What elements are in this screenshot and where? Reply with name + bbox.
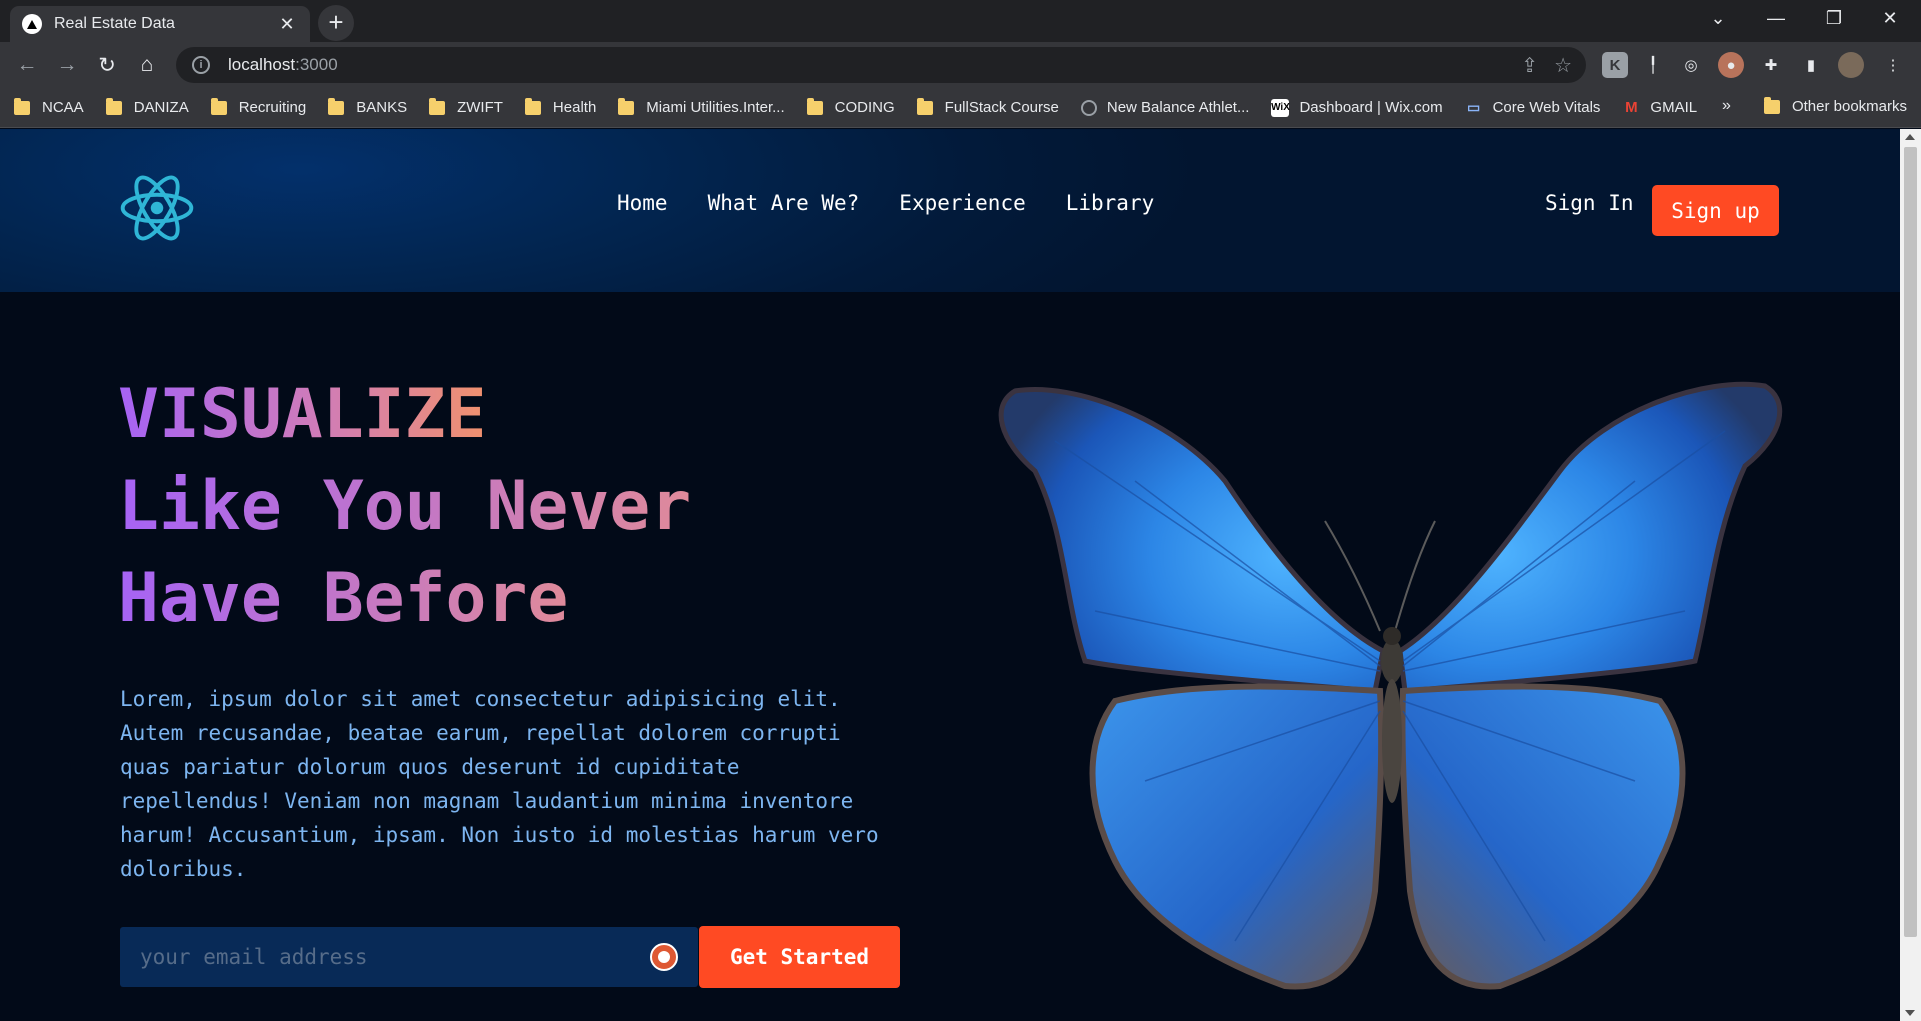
hero-heading: VISUALIZE Like You Never Have Before: [118, 369, 691, 645]
nextjs-favicon-icon: [22, 14, 42, 34]
bookmark-fullstack-course[interactable]: FullStack Course: [916, 97, 1059, 116]
new-tab-button[interactable]: +: [318, 5, 354, 41]
bookmark-coding[interactable]: CODING: [806, 97, 895, 116]
bookmark-label: ZWIFT: [457, 99, 503, 116]
nav-what-are-we[interactable]: What Are We?: [708, 191, 860, 215]
page-scrollbar[interactable]: [1900, 129, 1921, 1021]
bookmarks-bar: NCAA DANIZA Recruiting BANKS ZWIFT Healt…: [0, 88, 1921, 128]
forward-arrow-icon[interactable]: →: [50, 48, 84, 82]
nav-library[interactable]: Library: [1066, 191, 1155, 215]
bookmark-label: Core Web Vitals: [1492, 99, 1601, 116]
bookmark-miami-utilities[interactable]: Miami Utilities.Inter...: [618, 97, 785, 116]
url-port: :3000: [295, 55, 338, 74]
tab-search-chevron-icon[interactable]: ⌄: [1690, 0, 1746, 36]
butterfly-image: [998, 381, 1783, 990]
folder-icon: [916, 97, 933, 115]
scroll-up-arrow-icon[interactable]: [1905, 134, 1915, 140]
folder-icon: [524, 97, 541, 115]
bookmark-ncaa[interactable]: NCAA: [14, 97, 84, 116]
get-started-button[interactable]: Get Started: [699, 926, 900, 988]
extension-icon[interactable]: K: [1602, 52, 1628, 78]
profile-avatar[interactable]: [1838, 52, 1864, 78]
close-tab-icon[interactable]: ✕: [276, 14, 298, 35]
duckduckgo-email-protection-icon[interactable]: [650, 943, 678, 971]
bookmark-label: Recruiting: [238, 99, 307, 116]
bookmark-zwift[interactable]: ZWIFT: [429, 97, 503, 116]
browser-menu-icon[interactable]: ⋮: [1880, 52, 1906, 78]
globe-icon: [1080, 99, 1097, 116]
bookmark-core-web-vitals[interactable]: ▭ Core Web Vitals: [1465, 99, 1601, 117]
scroll-down-arrow-icon[interactable]: [1905, 1010, 1915, 1016]
url-host: localhost: [228, 55, 296, 74]
bookmark-new-balance[interactable]: New Balance Athlet...: [1080, 99, 1250, 116]
extension-pin-icon[interactable]: ╿: [1640, 52, 1666, 78]
bookmark-daniza[interactable]: DANIZA: [105, 97, 189, 116]
extensions-puzzle-icon[interactable]: ✚: [1758, 52, 1784, 78]
folder-icon: [210, 97, 227, 115]
folder-icon: [618, 97, 635, 115]
browser-tab[interactable]: Real Estate Data ✕: [10, 6, 310, 42]
lightbulb-extension-icon[interactable]: ◎: [1678, 52, 1704, 78]
sign-in-link[interactable]: Sign In: [1545, 191, 1634, 215]
owl-extension-icon[interactable]: ●: [1718, 52, 1744, 78]
nav-home[interactable]: Home: [617, 191, 668, 215]
bookmark-banks[interactable]: BANKS: [328, 97, 408, 116]
share-icon[interactable]: ⇪: [1521, 53, 1538, 78]
page-viewport: Home What Are We? Experience Library Sig…: [0, 129, 1900, 1021]
home-icon[interactable]: ⌂: [130, 48, 164, 82]
site-header: Home What Are We? Experience Library Sig…: [0, 129, 1900, 292]
folder-icon: [806, 97, 823, 115]
bookmark-label: BANKS: [356, 99, 408, 116]
more-bookmarks-chevron-icon[interactable]: »: [1722, 97, 1731, 115]
hero-heading-line-1: VISUALIZE: [118, 369, 486, 461]
side-panel-icon[interactable]: ▮: [1798, 52, 1824, 78]
bookmark-wix-dashboard[interactable]: WiX Dashboard | Wix.com: [1271, 98, 1443, 117]
bookmark-recruiting[interactable]: Recruiting: [210, 97, 307, 116]
sign-up-button[interactable]: Sign up: [1652, 185, 1779, 236]
bookmark-label: Health: [552, 99, 597, 116]
hero-heading-line-2: Like You Never: [118, 461, 691, 553]
minimize-button[interactable]: —: [1748, 0, 1804, 36]
restore-button[interactable]: ❐: [1806, 0, 1862, 36]
hero-heading-line-3: Have Before: [118, 553, 568, 645]
scrollbar-thumb[interactable]: [1904, 147, 1917, 937]
folder-icon: [429, 97, 446, 115]
bookmark-label: GMAIL: [1650, 99, 1698, 116]
folder-icon: [105, 97, 122, 115]
close-window-button[interactable]: ✕: [1862, 0, 1918, 36]
bookmark-label: CODING: [834, 99, 895, 116]
hero-description: Lorem, ipsum dolor sit amet consectetur …: [120, 687, 879, 881]
folder-icon: [1763, 96, 1780, 114]
other-bookmarks-label: Other bookmarks: [1791, 98, 1907, 115]
browser-tab-bar: Real Estate Data ✕ + ⌄ — ❐ ✕: [0, 0, 1921, 42]
folder-icon: [328, 97, 345, 115]
gmail-icon: M: [1625, 99, 1638, 116]
reload-icon[interactable]: ↻: [90, 48, 124, 82]
bookmark-health[interactable]: Health: [524, 97, 597, 116]
bookmark-label: New Balance Athlet...: [1106, 99, 1250, 116]
back-arrow-icon[interactable]: ←: [10, 48, 44, 82]
bookmark-star-icon[interactable]: ☆: [1554, 53, 1572, 78]
bookmark-label: DANIZA: [133, 99, 189, 116]
nav-experience[interactable]: Experience: [899, 191, 1025, 215]
main-nav: Home What Are We? Experience Library: [617, 191, 1154, 215]
bookmark-label: Miami Utilities.Inter...: [646, 99, 785, 116]
other-bookmarks[interactable]: Other bookmarks: [1763, 96, 1907, 115]
bookmark-label: NCAA: [42, 99, 84, 116]
bookmark-label: Dashboard | Wix.com: [1299, 99, 1443, 116]
address-bar[interactable]: i localhost:3000 ⇪ ☆: [176, 47, 1586, 83]
browser-toolbar: ← → ↻ ⌂ i localhost:3000 ⇪ ☆ K ╿ ◎ ● ✚ ▮…: [0, 42, 1921, 88]
react-atom-logo-icon[interactable]: [118, 169, 196, 247]
wix-icon: WiX: [1271, 98, 1290, 117]
email-field-container: [120, 927, 698, 987]
web-vitals-icon: ▭: [1466, 99, 1481, 115]
site-info-icon[interactable]: i: [192, 56, 210, 74]
email-input[interactable]: [140, 945, 650, 969]
tab-title: Real Estate Data: [54, 15, 175, 32]
bookmark-gmail[interactable]: M GMAIL: [1622, 99, 1697, 117]
bookmark-label: FullStack Course: [944, 99, 1059, 116]
folder-icon: [14, 97, 30, 115]
